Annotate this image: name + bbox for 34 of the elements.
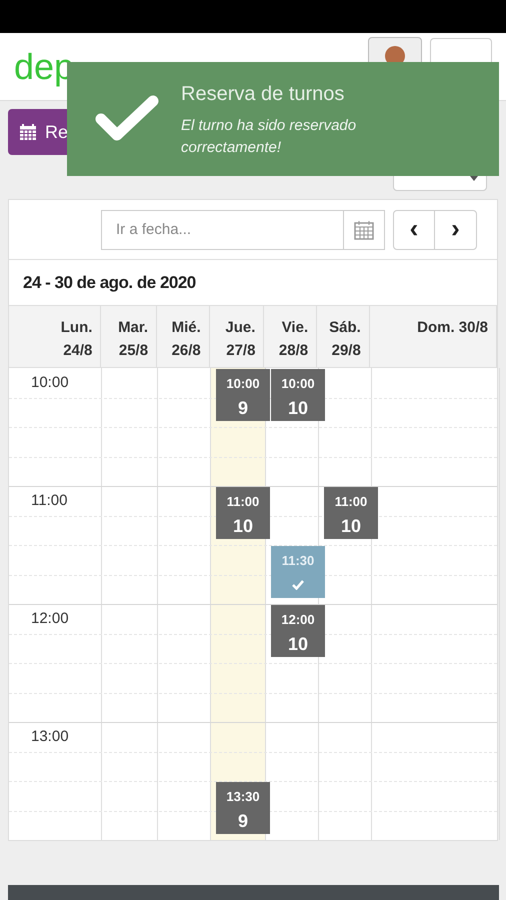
available-slot[interactable]: 10:00 10 — [271, 369, 325, 421]
date-range-title: 24 - 30 de ago. de 2020 — [23, 272, 196, 294]
checkmark-icon — [95, 95, 159, 143]
day-header: Sáb. — [329, 318, 361, 338]
date-field[interactable]: Ir a fecha... — [101, 210, 343, 250]
available-slot[interactable]: 12:00 10 — [271, 605, 325, 657]
toast-title: Reserva de turnos — [181, 82, 346, 107]
next-button[interactable]: › — [435, 210, 476, 248]
hour-label: 11:00 — [31, 491, 68, 511]
check-icon — [292, 580, 304, 590]
day-date: 26/8 — [172, 341, 201, 361]
calendar-icon — [19, 123, 37, 141]
available-slot[interactable]: 13:30 9 — [216, 782, 270, 834]
day-date: 25/8 — [118, 341, 148, 361]
available-slot[interactable]: 11:00 10 — [324, 487, 378, 539]
day-header: Lun. — [60, 318, 92, 338]
calendar-button[interactable] — [343, 210, 385, 250]
day-header: Mar. — [118, 318, 148, 338]
calendar-icon — [354, 220, 374, 240]
day-header: Vie. — [282, 318, 308, 338]
previous-button[interactable]: ‹ — [394, 210, 435, 248]
day-header: Dom. 30/8 — [417, 318, 488, 338]
hour-label: 13:00 — [31, 727, 69, 747]
hour-label: 10:00 — [31, 373, 69, 393]
day-date: 28/8 — [278, 341, 308, 361]
available-slot[interactable]: 10:00 9 — [216, 369, 270, 421]
hour-label: 12:00 — [31, 609, 69, 629]
day-date: 24/8 — [63, 341, 92, 361]
day-date: 29/8 — [332, 341, 361, 361]
available-slot[interactable]: 11:00 10 — [216, 487, 270, 539]
toast-message: El turno ha sido reservado correctamente! — [181, 116, 358, 158]
day-header: Jue. — [225, 318, 256, 338]
day-header: Mié. — [172, 318, 201, 338]
day-date: 27/8 — [226, 341, 256, 361]
